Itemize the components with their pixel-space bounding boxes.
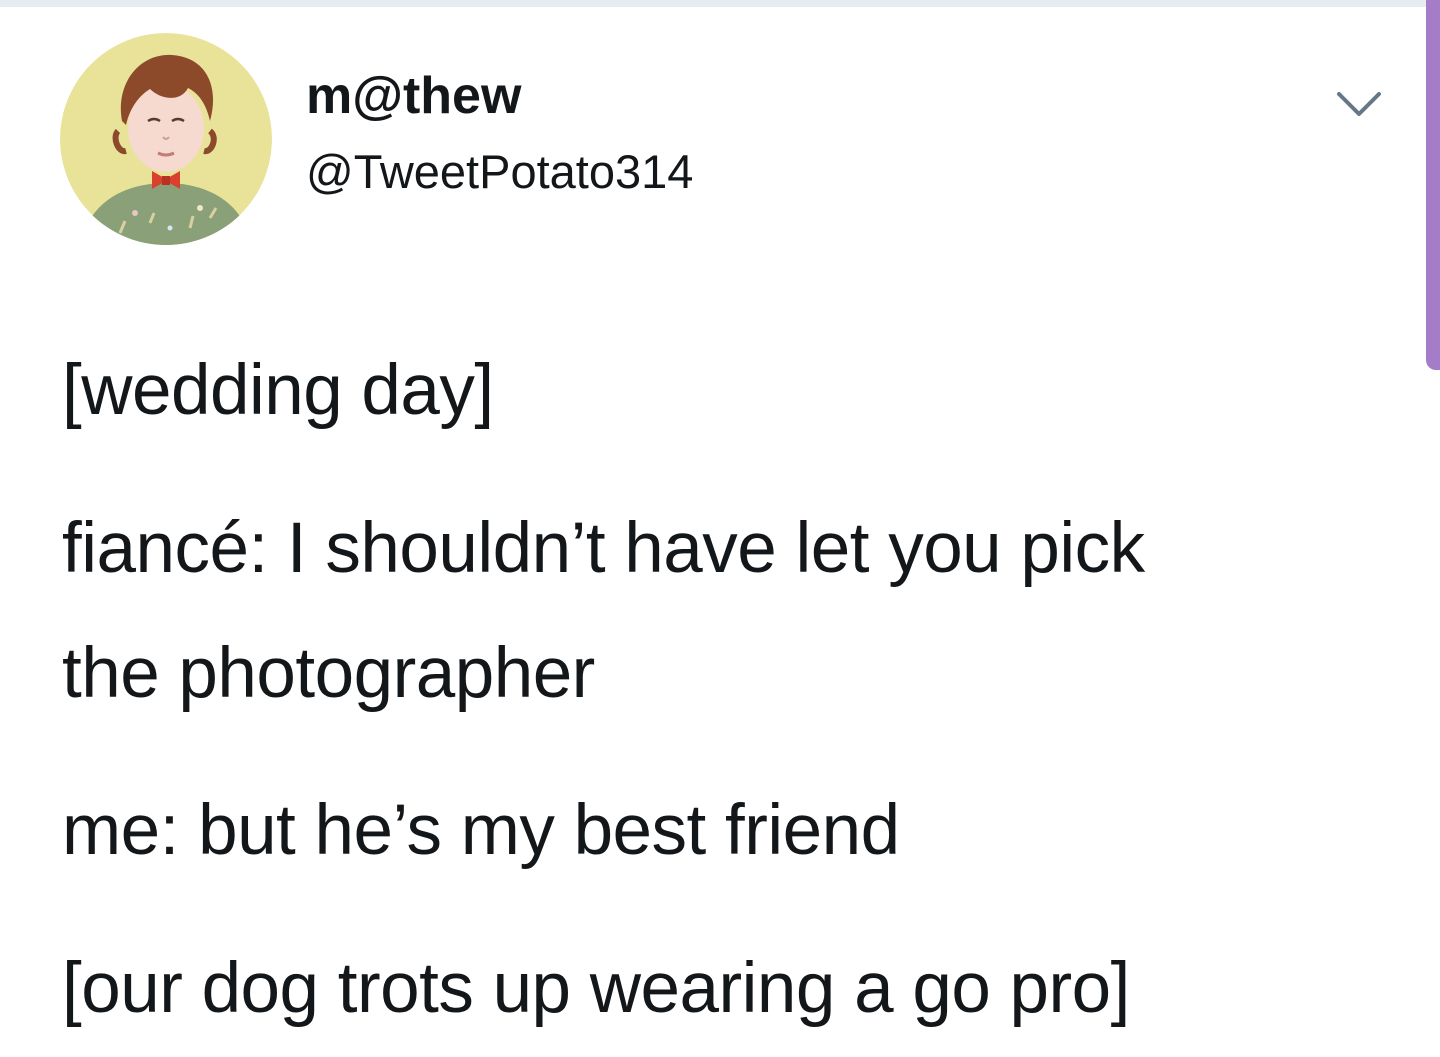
user-handle[interactable]: @TweetPotato314 <box>306 142 693 202</box>
tweet-text-line: [our dog trots up wearing a go pro] <box>62 949 1130 1028</box>
tweet-text-line: the photographer <box>62 634 595 713</box>
avatar[interactable] <box>60 33 272 245</box>
cartoon-child-avatar-icon <box>60 33 272 245</box>
tweet-text-line: me: but he’s my best friend <box>62 791 900 870</box>
chevron-down-icon[interactable] <box>1334 88 1384 122</box>
top-divider <box>0 0 1440 7</box>
tweet-text-line: fiancé: I shouldn’t have let you pick <box>62 509 1145 588</box>
tweet-text-line: [wedding day] <box>62 351 494 430</box>
scrollbar[interactable] <box>1426 0 1440 370</box>
display-name[interactable]: m@thew <box>306 64 521 128</box>
